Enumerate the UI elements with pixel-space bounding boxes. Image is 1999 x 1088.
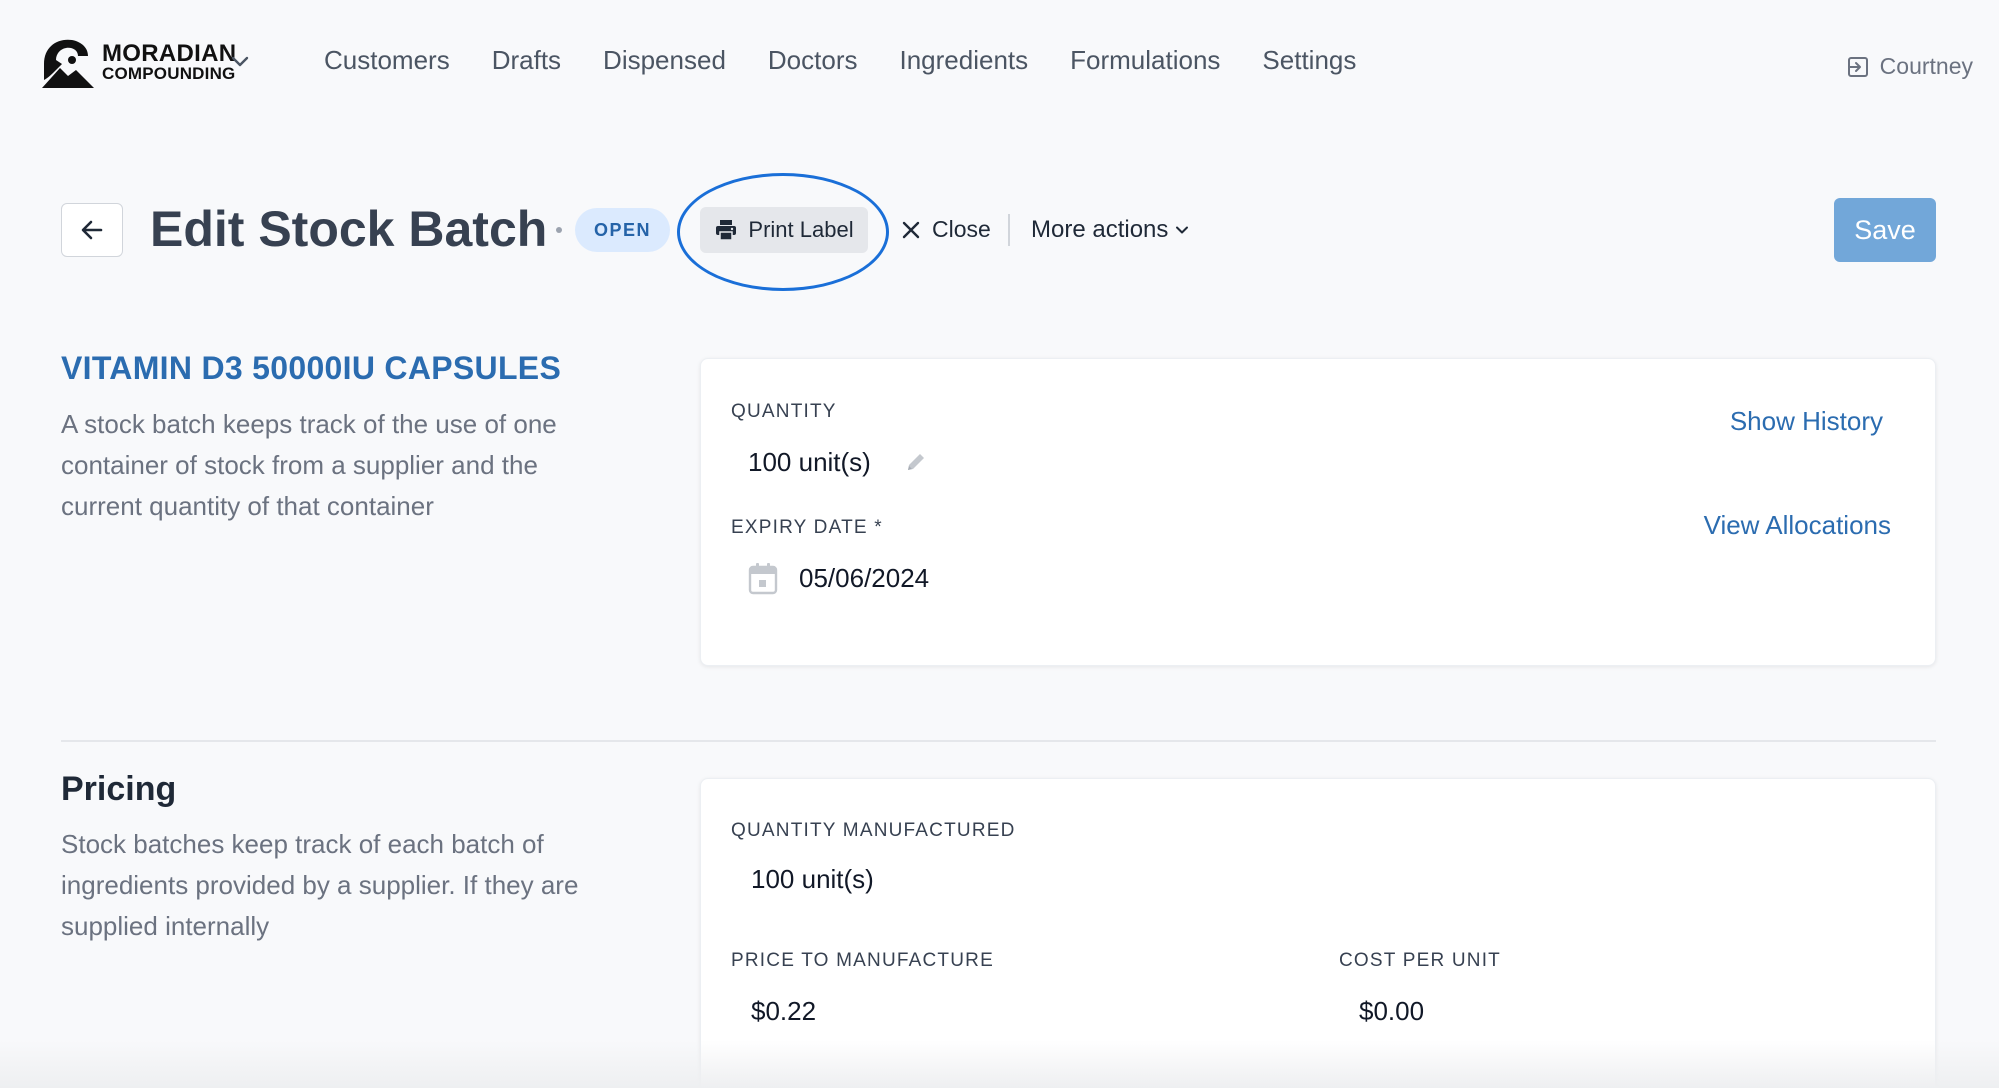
logout-icon — [1847, 56, 1868, 77]
close-label: Close — [932, 216, 991, 242]
brand-logo-icon — [42, 39, 94, 88]
arrow-left-icon — [81, 220, 103, 240]
print-label-button[interactable]: Print Label — [700, 207, 868, 253]
printer-icon — [716, 220, 737, 241]
page-title: Edit Stock Batch — [150, 201, 548, 257]
pricing-card: QUANTITY MANUFACTURED 100 unit(s) PRICE … — [700, 778, 1936, 1088]
pencil-icon[interactable] — [904, 450, 928, 474]
nav-item-drafts[interactable]: Drafts — [492, 45, 561, 76]
toolbar-divider — [1008, 214, 1010, 246]
close-button[interactable]: Close — [900, 216, 991, 243]
nav-item-ingredients[interactable]: Ingredients — [899, 45, 1028, 76]
nav-item-customers[interactable]: Customers — [324, 45, 450, 76]
quantity-manufactured-value: 100 unit(s) — [751, 864, 874, 894]
brand-name: MORADIAN COMPOUNDING — [102, 40, 237, 83]
brand-line2: COMPOUNDING — [102, 64, 236, 83]
product-name: VITAMIN D3 50000IU CAPSULES — [61, 350, 562, 386]
page: MORADIAN COMPOUNDING Customers Drafts Di… — [0, 0, 1999, 1088]
batch-details-card: QUANTITY 100 unit(s) EXPIRY DATE * 05/06… — [700, 358, 1936, 666]
save-button[interactable]: Save — [1834, 198, 1936, 262]
show-history-link[interactable]: Show History — [1730, 406, 1883, 437]
brand-line1: MORADIAN — [102, 40, 237, 67]
chevron-down-icon — [1176, 226, 1189, 234]
expiry-date-label: EXPIRY DATE * — [731, 517, 883, 538]
quantity-value: 100 unit(s) — [748, 447, 871, 477]
calendar-icon[interactable] — [747, 561, 779, 595]
main-nav: Customers Drafts Dispensed Doctors Ingre… — [324, 45, 1398, 76]
close-icon — [902, 221, 920, 238]
cost-per-unit-value: $0.00 — [1359, 996, 1425, 1026]
chevron-down-icon[interactable] — [228, 50, 252, 74]
status-badge: OPEN — [575, 208, 670, 252]
nav-item-settings[interactable]: Settings — [1262, 45, 1356, 76]
pricing-description: Stock batches keep track of each batch o… — [61, 829, 579, 941]
batch-description: A stock batch keeps track of the use of … — [61, 409, 557, 521]
nav-item-doctors[interactable]: Doctors — [768, 45, 858, 76]
user-menu[interactable]: Courtney — [1846, 53, 1973, 80]
price-to-manufacture-label: PRICE TO MANUFACTURE — [731, 950, 994, 971]
section-divider — [61, 740, 1936, 742]
nav-item-formulations[interactable]: Formulations — [1070, 45, 1220, 76]
back-button[interactable] — [61, 203, 123, 257]
more-actions-dropdown[interactable]: More actions — [1031, 216, 1190, 244]
brand-logo[interactable]: MORADIAN COMPOUNDING — [38, 34, 236, 90]
quantity-manufactured-label: QUANTITY MANUFACTURED — [731, 820, 1016, 841]
pricing-title: Pricing — [61, 770, 177, 808]
more-actions-label: More actions — [1031, 216, 1169, 243]
view-allocations-link[interactable]: View Allocations — [1704, 510, 1891, 541]
print-label-text: Print Label — [748, 217, 854, 242]
expiry-date-value[interactable]: 05/06/2024 — [799, 563, 929, 594]
user-name: Courtney — [1879, 53, 1973, 79]
separator-dot — [556, 227, 562, 233]
quantity-label: QUANTITY — [731, 401, 837, 422]
cost-per-unit-label: COST PER UNIT — [1339, 950, 1501, 971]
price-to-manufacture-value: $0.22 — [751, 996, 817, 1026]
nav-item-dispensed[interactable]: Dispensed — [603, 45, 726, 76]
